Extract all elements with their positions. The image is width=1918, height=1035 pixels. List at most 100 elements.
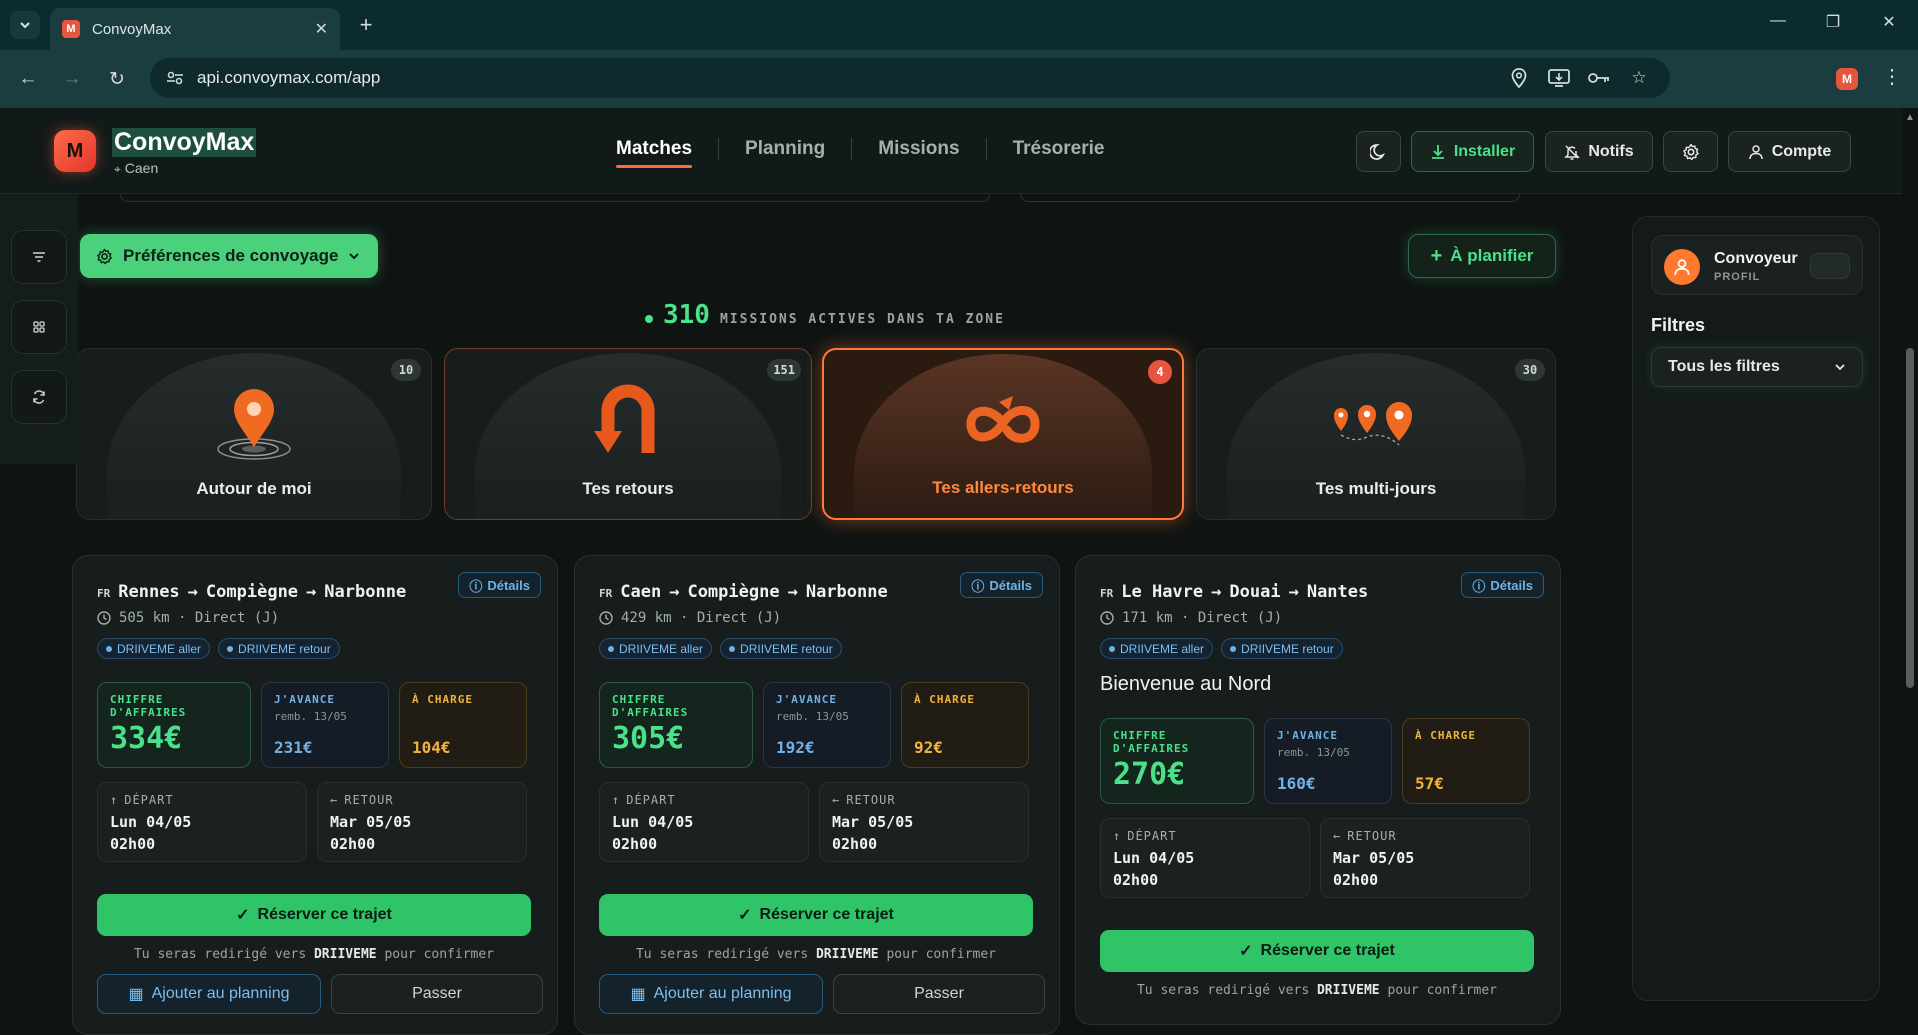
to-plan-button[interactable]: + À planifier bbox=[1408, 234, 1556, 278]
details-button[interactable]: ⓘ Détails bbox=[960, 572, 1043, 598]
settings-button[interactable] bbox=[1663, 131, 1718, 172]
reserve-button[interactable]: ✓ Réserver ce trajet bbox=[97, 894, 531, 936]
departure-box: ↑ DÉPART Lun 04/05 02h00 bbox=[97, 782, 307, 862]
account-button[interactable]: Compte bbox=[1728, 131, 1851, 172]
bookmark-star-icon[interactable]: ☆ bbox=[1628, 67, 1650, 89]
map-pin-radar-icon bbox=[217, 389, 291, 460]
category-count-badge: 10 bbox=[391, 359, 421, 381]
new-tab-button[interactable]: + bbox=[352, 11, 380, 39]
add-to-planning-button[interactable]: ▦ Ajouter au planning bbox=[599, 974, 823, 1014]
route-arrow: → bbox=[187, 582, 198, 602]
category-multi-day[interactable]: 30 Tes multi-jours bbox=[1196, 348, 1556, 520]
nav-tresorerie[interactable]: Trésorerie bbox=[987, 138, 1131, 160]
browser-tab-active[interactable]: M ConvoyMax ✕ bbox=[50, 8, 340, 50]
address-bar[interactable]: api.convoymax.com/app ☆ bbox=[150, 58, 1670, 98]
advance-value: 192€ bbox=[776, 738, 815, 757]
grid-view-button[interactable] bbox=[11, 300, 67, 354]
info-icon: ⓘ bbox=[1472, 578, 1486, 594]
revenue-label: CHIFFRE D'AFFAIRES bbox=[612, 693, 689, 719]
password-key-icon[interactable] bbox=[1588, 67, 1610, 89]
refresh-button[interactable] bbox=[11, 370, 67, 424]
theme-toggle-button[interactable] bbox=[1356, 131, 1401, 172]
revenue-label: CHIFFRE D'AFFAIRES bbox=[110, 693, 187, 719]
scroll-up-icon[interactable]: ▲ bbox=[1905, 112, 1915, 123]
departure-box: ↑ DÉPART Lun 04/05 02h00 bbox=[1100, 818, 1310, 898]
page-scrollbar[interactable]: ▲ bbox=[1902, 108, 1918, 1017]
convoymax-extension-icon[interactable]: M bbox=[1836, 68, 1858, 90]
nav-missions[interactable]: Missions bbox=[852, 138, 985, 160]
filters-select[interactable]: Tous les filtres bbox=[1651, 347, 1863, 387]
departure-label: DÉPART bbox=[1127, 829, 1177, 843]
tab-search-button[interactable] bbox=[10, 11, 40, 39]
loop-arrows-icon bbox=[966, 396, 1040, 443]
profile-toggle[interactable] bbox=[1810, 253, 1850, 279]
category-count-badge: 30 bbox=[1515, 359, 1545, 381]
route-city: Douai bbox=[1229, 582, 1281, 602]
scroll-thumb[interactable] bbox=[1906, 348, 1914, 688]
user-avatar-icon bbox=[1664, 249, 1700, 285]
departure-hour: 02h00 bbox=[110, 835, 156, 853]
clock-icon bbox=[599, 611, 613, 625]
departure-day: Lun 04/05 bbox=[110, 813, 192, 831]
add-to-planning-button[interactable]: ▦ Ajouter au planning bbox=[97, 974, 321, 1014]
category-round-trips[interactable]: 4 Tes allers-retours bbox=[822, 348, 1184, 520]
distance-info: 505 km · Direct (J) bbox=[97, 610, 279, 626]
route-arrow: → bbox=[787, 582, 798, 602]
close-tab-icon[interactable]: ✕ bbox=[315, 19, 328, 39]
profile-name: Convoyeur bbox=[1714, 250, 1798, 267]
missions-count-value: 310 bbox=[663, 300, 710, 330]
category-count-badge: 151 bbox=[767, 359, 801, 381]
details-button[interactable]: ⓘ Détails bbox=[458, 572, 541, 598]
nav-planning[interactable]: Planning bbox=[719, 138, 851, 160]
nav-matches[interactable]: Matches bbox=[590, 138, 718, 168]
profile-switcher[interactable]: Convoyeur PROFIL bbox=[1651, 235, 1863, 295]
advance-label: J'AVANCE bbox=[1277, 729, 1338, 742]
charge-value: 92€ bbox=[914, 738, 943, 757]
country-code: FR bbox=[599, 587, 613, 600]
browser-menu-icon[interactable]: ⋮ bbox=[1882, 64, 1902, 89]
app-logo[interactable]: M bbox=[54, 130, 96, 172]
reserve-button[interactable]: ✓ Réserver ce trajet bbox=[1100, 930, 1534, 972]
back-button[interactable]: ← bbox=[14, 65, 42, 93]
revenue-value: 334€ bbox=[110, 721, 183, 756]
details-button[interactable]: ⓘ Détails bbox=[1461, 572, 1544, 598]
arrow-up-icon: ↑ bbox=[1113, 829, 1122, 843]
return-box: ← RETOUR Mar 05/05 02h00 bbox=[819, 782, 1029, 862]
skip-button[interactable]: Passer bbox=[833, 974, 1045, 1014]
skip-button[interactable]: Passer bbox=[331, 974, 543, 1014]
financial-stats: CHIFFRE D'AFFAIRES 305€ J'AVANCE remb. 1… bbox=[599, 682, 1029, 768]
departure-hour: 02h00 bbox=[1113, 871, 1159, 889]
tag-outbound: DRIIVEME aller bbox=[97, 638, 211, 659]
preferences-dropdown[interactable]: Préférences de convoyage bbox=[80, 234, 378, 278]
account-label: Compte bbox=[1771, 142, 1832, 160]
skip-label: Passer bbox=[412, 985, 462, 1002]
forward-button[interactable]: → bbox=[58, 65, 86, 93]
left-tool-rail bbox=[0, 194, 78, 464]
minimize-icon[interactable]: — bbox=[1765, 12, 1791, 30]
departure-day: Lun 04/05 bbox=[1113, 849, 1195, 867]
category-returns[interactable]: 151 Tes retours bbox=[444, 348, 812, 520]
site-info-icon[interactable] bbox=[165, 68, 185, 88]
reload-button[interactable]: ↻ bbox=[103, 65, 131, 93]
close-window-icon[interactable]: ✕ bbox=[1876, 12, 1902, 32]
location-icon[interactable] bbox=[1508, 67, 1530, 89]
charge-value: 57€ bbox=[1415, 774, 1444, 793]
redirect-note: Tu seras redirigé vers DRIIVEME pour con… bbox=[1136, 983, 1498, 998]
route-city: Narbonne bbox=[324, 582, 407, 602]
info-icon: ⓘ bbox=[469, 578, 483, 594]
category-nearby[interactable]: 10 Autour de moi bbox=[76, 348, 432, 520]
notifications-button[interactable]: Notifs bbox=[1545, 131, 1653, 172]
tag-list: DRIIVEME aller DRIIVEME retour bbox=[599, 638, 842, 659]
reserve-button[interactable]: ✓ Réserver ce trajet bbox=[599, 894, 1033, 936]
departure-day: Lun 04/05 bbox=[612, 813, 694, 831]
install-button[interactable]: Installer bbox=[1411, 131, 1534, 172]
url-text: api.convoymax.com/app bbox=[197, 68, 381, 87]
restore-icon[interactable]: ❐ bbox=[1820, 12, 1846, 32]
check-icon: ✓ bbox=[738, 907, 752, 924]
missions-count-label: MISSIONS ACTIVES DANS TA ZONE bbox=[719, 312, 1005, 327]
install-app-icon[interactable] bbox=[1548, 67, 1570, 89]
distance-text: 429 km · Direct (J) bbox=[621, 610, 782, 626]
filter-sort-button[interactable] bbox=[11, 230, 67, 284]
u-turn-arrow-icon bbox=[594, 384, 655, 453]
reserve-label: Réserver ce trajet bbox=[759, 906, 894, 923]
